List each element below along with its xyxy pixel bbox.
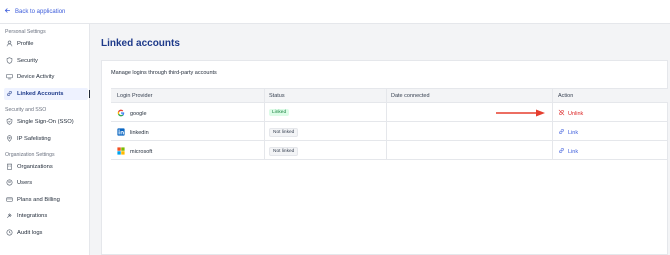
sidebar-item-label: Audit logs	[17, 230, 43, 236]
table-header: Login Provider Status Date connected Act…	[111, 88, 668, 103]
table-row: linkedin Not linked Link	[111, 123, 668, 141]
microsoft-icon	[117, 147, 125, 157]
shield-icon	[6, 56, 13, 66]
linkedin-icon	[117, 128, 125, 138]
provider-cell: microsoft	[117, 147, 152, 157]
sidebar-item-label: IP Safelisting	[17, 136, 51, 142]
sidebar-item-linked-accounts[interactable]: Linked Accounts	[4, 88, 90, 100]
sidebar-item-label: Organizations	[17, 164, 53, 170]
unlink-icon	[558, 109, 565, 118]
user-icon	[6, 40, 13, 49]
back-to-application-link[interactable]: Back to application	[4, 7, 65, 16]
column-header-status: Status	[269, 93, 285, 99]
sidebar-item-label: Plans and Billing	[17, 197, 60, 203]
sidebar-item-label: Integrations	[17, 213, 48, 219]
google-icon	[117, 109, 125, 119]
column-header-provider: Login Provider	[117, 93, 153, 99]
sidebar-item-label: Device Activity	[17, 74, 55, 80]
section-title-security: Security and SSO	[5, 107, 47, 113]
sidebar: Personal Settings Profile Security Devic…	[0, 24, 90, 255]
sidebar-item-label: Users	[17, 180, 33, 186]
sidebar-item-plans-billing[interactable]: Plans and Billing	[4, 194, 88, 206]
sidebar-item-profile[interactable]: Profile	[4, 38, 88, 50]
sidebar-item-ip-safelisting[interactable]: IP Safelisting	[4, 133, 88, 145]
sidebar-item-audit-logs[interactable]: Audit logs	[4, 227, 88, 239]
shield-check-icon	[6, 117, 13, 127]
arrow-left-icon	[4, 7, 11, 16]
sidebar-item-label: Single Sign-On (SSO)	[17, 119, 74, 125]
annotation-arrow-icon	[496, 109, 545, 117]
link-icon	[558, 147, 565, 156]
top-bar: Back to application	[0, 0, 670, 24]
status-badge: Linked	[269, 109, 290, 116]
page-title: Linked accounts	[101, 38, 180, 49]
sidebar-item-label: Security	[17, 58, 38, 64]
back-link-label: Back to application	[15, 8, 66, 15]
unlink-button[interactable]: Unlink	[558, 109, 583, 118]
action-label: Link	[568, 148, 579, 155]
action-label: Unlink	[568, 110, 584, 117]
section-title-organization: Organization Settings	[5, 152, 55, 158]
link-button[interactable]: Link	[558, 128, 578, 137]
linked-accounts-card: Manage logins through third-party accoun…	[101, 60, 668, 255]
device-icon	[6, 73, 13, 82]
sidebar-item-sso[interactable]: Single Sign-On (SSO)	[4, 116, 88, 128]
building-icon	[6, 163, 13, 172]
link-icon	[6, 90, 13, 99]
sidebar-item-label: Profile	[17, 41, 34, 47]
column-header-date: Date connected	[391, 93, 430, 99]
status-badge: Not linked	[269, 147, 299, 156]
provider-name: microsoft	[130, 149, 153, 155]
status-badge: Not linked	[269, 128, 299, 137]
sidebar-item-label: Linked Accounts	[17, 91, 64, 97]
plug-icon	[6, 212, 13, 221]
provider-cell: google	[117, 109, 147, 119]
table-row: google Linked Unlink	[111, 104, 668, 122]
provider-name: google	[130, 111, 147, 117]
card-description: Manage logins through third-party accoun…	[111, 70, 217, 76]
table-row: microsoft Not linked Link	[111, 142, 668, 160]
provider-cell: linkedin	[117, 128, 149, 138]
sidebar-item-integrations[interactable]: Integrations	[4, 210, 88, 222]
sidebar-item-device-activity[interactable]: Device Activity	[4, 71, 88, 83]
column-header-action: Action	[558, 93, 574, 99]
provider-name: linkedin	[130, 130, 149, 136]
users-icon	[6, 179, 13, 188]
card-icon	[6, 196, 13, 205]
sidebar-item-organizations[interactable]: Organizations	[4, 161, 88, 173]
sidebar-item-security[interactable]: Security	[4, 55, 88, 67]
link-button[interactable]: Link	[558, 147, 578, 156]
sidebar-item-users[interactable]: Users	[4, 177, 88, 189]
location-icon	[6, 134, 13, 144]
section-title-personal: Personal Settings	[5, 29, 46, 35]
clock-icon	[6, 229, 13, 238]
action-label: Link	[568, 129, 579, 136]
link-icon	[558, 128, 565, 137]
